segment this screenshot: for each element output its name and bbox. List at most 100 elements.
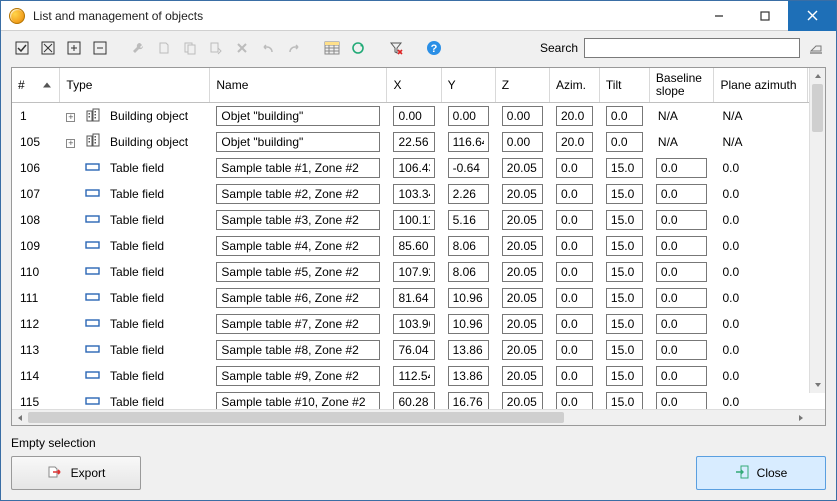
cell-y[interactable] xyxy=(448,184,489,204)
cell-baseline[interactable] xyxy=(656,184,708,204)
cell-z[interactable] xyxy=(502,314,543,334)
table-row[interactable]: 108Table field0.0 xyxy=(12,207,825,233)
scroll-left-icon[interactable] xyxy=(12,410,28,425)
select-none-icon[interactable] xyxy=(37,37,59,59)
cell-z[interactable] xyxy=(502,340,543,360)
minimize-button[interactable] xyxy=(696,1,742,31)
cell-x[interactable] xyxy=(393,314,434,334)
horizontal-scrollbar[interactable] xyxy=(12,409,825,425)
cell-tilt[interactable] xyxy=(606,366,643,386)
collapse-all-icon[interactable] xyxy=(89,37,111,59)
cell-z[interactable] xyxy=(502,132,543,152)
cell-name[interactable] xyxy=(216,314,380,334)
table-row[interactable]: 1+Building objectN/AN/A xyxy=(12,103,825,129)
close-window-button[interactable] xyxy=(788,1,836,31)
cell-y[interactable] xyxy=(448,366,489,386)
expand-icon[interactable]: + xyxy=(66,139,75,148)
cell-tilt[interactable] xyxy=(606,158,643,178)
cell-x[interactable] xyxy=(393,340,434,360)
close-button[interactable]: Close xyxy=(696,456,826,490)
cell-name[interactable] xyxy=(216,184,380,204)
cell-azim[interactable] xyxy=(556,158,593,178)
cell-x[interactable] xyxy=(393,132,434,152)
table-row[interactable]: 110Table field0.0 xyxy=(12,259,825,285)
cell-tilt[interactable] xyxy=(606,184,643,204)
cell-z[interactable] xyxy=(502,366,543,386)
cell-z[interactable] xyxy=(502,210,543,230)
cell-baseline[interactable] xyxy=(656,236,708,256)
col-z[interactable]: Z xyxy=(495,68,549,103)
col-x[interactable]: X xyxy=(387,68,441,103)
cell-z[interactable] xyxy=(502,288,543,308)
cell-z[interactable] xyxy=(502,262,543,282)
cell-name[interactable] xyxy=(216,366,380,386)
cell-baseline[interactable] xyxy=(656,392,708,409)
help-icon[interactable]: ? xyxy=(423,37,445,59)
cell-name[interactable] xyxy=(216,132,380,152)
select-all-icon[interactable] xyxy=(11,37,33,59)
scroll-right-icon[interactable] xyxy=(793,410,809,425)
cell-tilt[interactable] xyxy=(606,236,643,256)
undo-icon[interactable] xyxy=(257,37,279,59)
cell-name[interactable] xyxy=(216,392,380,409)
cell-baseline[interactable] xyxy=(656,340,708,360)
cell-z[interactable] xyxy=(502,158,543,178)
cell-y[interactable] xyxy=(448,158,489,178)
cell-azim[interactable] xyxy=(556,262,593,282)
cell-azim[interactable] xyxy=(556,236,593,256)
cell-azim[interactable] xyxy=(556,340,593,360)
cell-x[interactable] xyxy=(393,366,434,386)
cell-name[interactable] xyxy=(216,106,380,126)
horizontal-scrollbar-thumb[interactable] xyxy=(28,412,564,423)
col-type[interactable]: Type xyxy=(60,68,210,103)
cell-tilt[interactable] xyxy=(606,314,643,334)
cell-azim[interactable] xyxy=(556,392,593,409)
cell-z[interactable] xyxy=(502,106,543,126)
cell-x[interactable] xyxy=(393,184,434,204)
cell-name[interactable] xyxy=(216,340,380,360)
delete-icon[interactable] xyxy=(231,37,253,59)
cell-azim[interactable] xyxy=(556,366,593,386)
cell-baseline[interactable] xyxy=(656,314,708,334)
cell-y[interactable] xyxy=(448,340,489,360)
scroll-down-icon[interactable] xyxy=(810,377,825,393)
wrench-icon[interactable] xyxy=(127,37,149,59)
cell-name[interactable] xyxy=(216,262,380,282)
table-row[interactable]: 113Table field0.0 xyxy=(12,337,825,363)
refresh-icon[interactable] xyxy=(347,37,369,59)
vertical-scrollbar[interactable] xyxy=(809,68,825,393)
table-row[interactable]: 114Table field0.0 xyxy=(12,363,825,389)
cell-x[interactable] xyxy=(393,236,434,256)
cell-baseline[interactable] xyxy=(656,366,708,386)
cell-name[interactable] xyxy=(216,236,380,256)
expand-all-icon[interactable] xyxy=(63,37,85,59)
table-row[interactable]: 107Table field0.0 xyxy=(12,181,825,207)
cell-baseline[interactable] xyxy=(656,210,708,230)
cell-y[interactable] xyxy=(448,106,489,126)
cell-x[interactable] xyxy=(393,106,434,126)
cell-x[interactable] xyxy=(393,392,434,409)
cell-y[interactable] xyxy=(448,236,489,256)
cell-baseline[interactable] xyxy=(656,262,708,282)
clear-search-icon[interactable] xyxy=(806,38,826,58)
col-tilt[interactable]: Tilt xyxy=(599,68,649,103)
paste-icon[interactable] xyxy=(205,37,227,59)
cell-y[interactable] xyxy=(448,288,489,308)
cell-x[interactable] xyxy=(393,288,434,308)
cell-tilt[interactable] xyxy=(606,210,643,230)
cell-y[interactable] xyxy=(448,262,489,282)
cell-name[interactable] xyxy=(216,210,380,230)
cell-azim[interactable] xyxy=(556,184,593,204)
cell-y[interactable] xyxy=(448,132,489,152)
table-row[interactable]: 112Table field0.0 xyxy=(12,311,825,337)
new-icon[interactable] xyxy=(153,37,175,59)
col-id[interactable]: # xyxy=(12,68,60,103)
cell-x[interactable] xyxy=(393,210,434,230)
redo-icon[interactable] xyxy=(283,37,305,59)
col-name[interactable]: Name xyxy=(210,68,387,103)
cell-azim[interactable] xyxy=(556,210,593,230)
cell-name[interactable] xyxy=(216,288,380,308)
cell-name[interactable] xyxy=(216,158,380,178)
search-input[interactable] xyxy=(584,38,800,58)
vertical-scrollbar-thumb[interactable] xyxy=(812,84,823,132)
